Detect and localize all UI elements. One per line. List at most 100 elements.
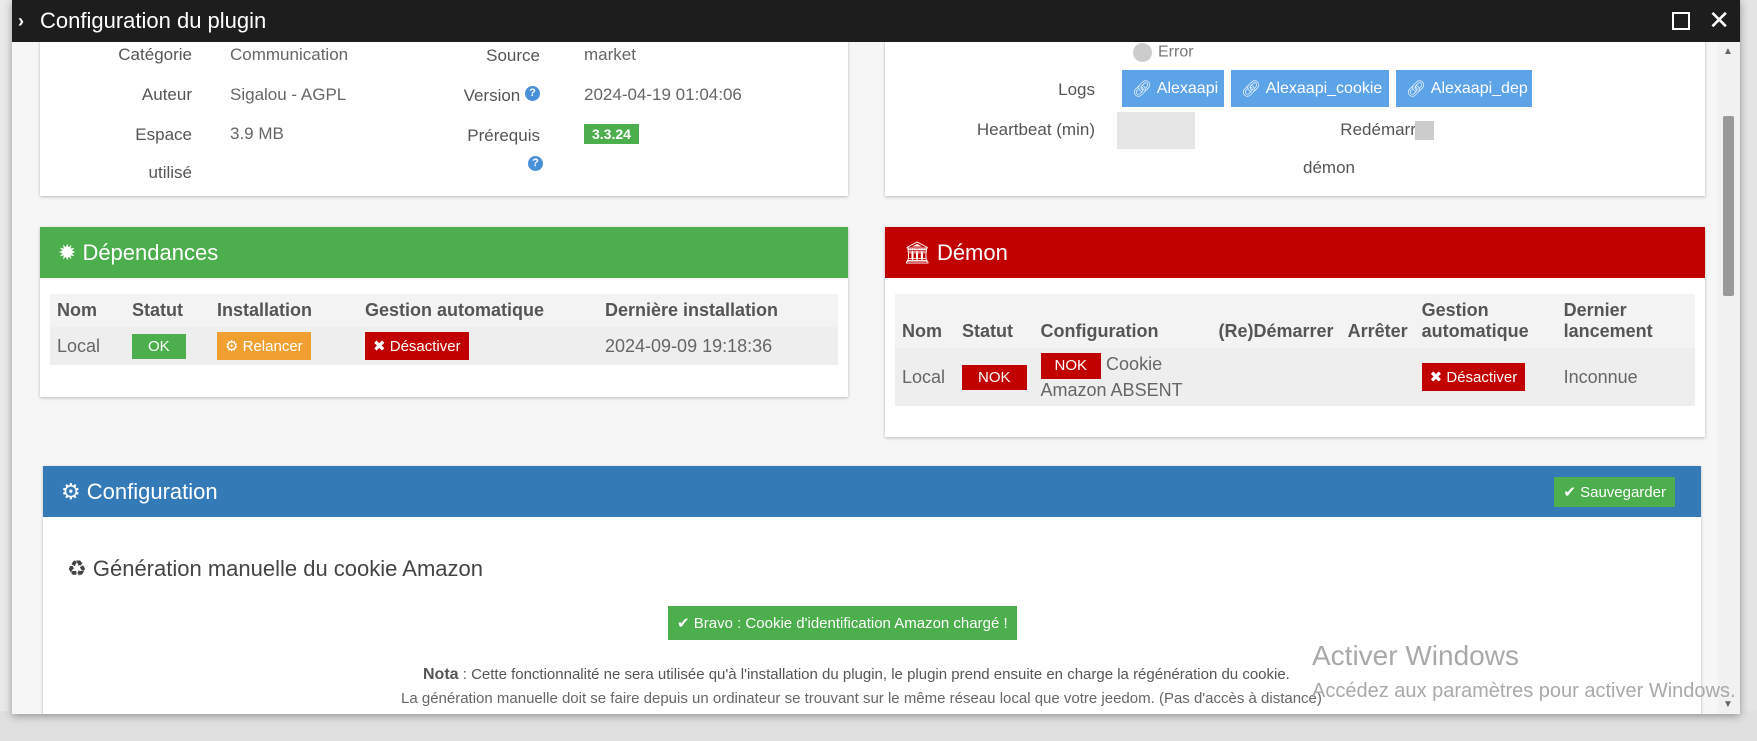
heartbeat-input[interactable] (1117, 112, 1195, 149)
dependances-panel: ✹ Dépendances Nom Statut Installation Ge… (40, 227, 848, 397)
table-row: Local OK ⚙︎ Relancer ✖ Désactiver 2024-0… (50, 327, 838, 365)
cog-icon: ✹ (58, 239, 77, 265)
log-button-alexaapi-cookie[interactable]: 🔗︎ Alexaapi_cookie (1231, 70, 1389, 107)
demon-statut: NOK (955, 348, 1034, 406)
cogs-icon: ⚙︎ (61, 478, 81, 504)
col-gestion-line2: automatique (1421, 321, 1529, 341)
col-installation: Installation (217, 300, 313, 320)
dependances-table: Nom Statut Installation Gestion automati… (50, 294, 838, 365)
daemon-config-panel: Error Logs 🔗︎ Alexaapi 🔗︎ Alexaapi_cooki… (885, 42, 1705, 196)
dependances-header: ✹ Dépendances (40, 227, 848, 278)
nota-line-2: La génération manuelle doit se faire dep… (401, 690, 1322, 707)
status-ok-badge: OK (132, 333, 186, 359)
relancer-button[interactable]: ⚙︎ Relancer (217, 332, 311, 360)
windows-activation-subtitle: Accédez aux paramètres pour activer Wind… (1312, 680, 1736, 702)
paperclip-icon: 🔗︎ (1406, 80, 1427, 98)
log-button-alexaapi[interactable]: 🔗︎ Alexaapi (1122, 70, 1224, 107)
log-label: Alexaapi (1156, 79, 1219, 97)
check-icon: ✔ (677, 615, 690, 632)
version-label: Version ? (420, 86, 540, 106)
demon-header: 🏛︎ Démon (885, 227, 1705, 278)
modal-body: Catégorie Communication Auteur Sigalou -… (12, 42, 1740, 714)
col-arreter: Arrêter (1347, 321, 1408, 341)
desactiver-label: Désactiver (389, 338, 461, 355)
status-circle-icon (1133, 43, 1152, 62)
modal-title: Configuration du plugin (40, 8, 267, 33)
check-circle-icon: ✔ (1563, 484, 1576, 501)
table-row: Local NOK NOK Cookie Amazon ABSENT ✖ Dés… (895, 348, 1695, 406)
demon-dernier: Inconnue (1556, 348, 1695, 406)
source-label: Source (486, 46, 540, 65)
dependances-title: Dépendances (82, 239, 219, 265)
col-statut: Statut (962, 321, 1013, 341)
demon-panel: 🏛︎ Démon Nom Statut Configuration (Re)Dé… (885, 227, 1705, 437)
window-buttons: ✕ (1672, 7, 1730, 33)
demon-configuration: NOK Cookie Amazon ABSENT (1033, 348, 1212, 406)
logs-label: Logs (1058, 80, 1095, 99)
windows-activation-title: Activer Windows (1312, 640, 1519, 671)
version-label-text: Version (463, 86, 521, 105)
heartbeat-label: Heartbeat (min) (976, 120, 1095, 139)
help-icon[interactable]: ? (525, 86, 540, 101)
demon-table-wrap: Nom Statut Configuration (Re)Démarrer Ar… (895, 294, 1695, 406)
relancer-label: Relancer (242, 338, 303, 355)
desactiver-button[interactable]: ✖ Désactiver (1421, 363, 1526, 391)
recycle-icon: ♻︎ (67, 556, 87, 581)
desactiver-label: Désactiver (1446, 369, 1518, 386)
background-page-bottom (0, 711, 1757, 741)
source-value: market (584, 45, 636, 64)
chevron-right-icon: › (18, 10, 24, 31)
plugin-config-modal: › Configuration du plugin ✕ Catégorie Co… (12, 0, 1740, 714)
prerequis-value: 3.3.24 (584, 124, 639, 144)
col-statut: Statut (132, 300, 183, 320)
maximize-icon[interactable] (1672, 12, 1691, 30)
bravo-message: ✔ Bravo : Cookie d'identification Amazon… (668, 606, 1017, 640)
categorie-value: Communication (230, 45, 349, 64)
scroll-up-icon[interactable]: ▲ (1723, 46, 1733, 57)
save-button[interactable]: ✔ Sauvegarder (1554, 477, 1675, 507)
demon-title: Démon (936, 239, 1008, 265)
config-nok-badge: NOK (1040, 353, 1102, 379)
col-dernier-line1: Dernier (1563, 300, 1627, 320)
col-gestion-line1: Gestion (1421, 300, 1489, 320)
demon-nom: Local (895, 348, 955, 406)
dep-statut: OK (125, 327, 210, 365)
demon-redemarrer (1211, 348, 1341, 406)
help-icon[interactable]: ? (528, 156, 543, 171)
scrollbar-thumb[interactable] (1723, 116, 1734, 296)
prerequis-help: ? (528, 156, 543, 176)
configuration-header: ⚙︎ Configuration (43, 466, 1701, 517)
close-icon[interactable]: ✕ (1708, 7, 1730, 33)
desactiver-button[interactable]: ✖ Désactiver (365, 332, 469, 360)
col-redemarrer: (Re)Démarrer (1218, 321, 1334, 341)
plugin-info-panel: Catégorie Communication Auteur Sigalou -… (40, 42, 848, 196)
demon-table: Nom Statut Configuration (Re)Démarrer Ar… (895, 294, 1695, 406)
paperclip-icon: 🔗︎ (1132, 80, 1153, 98)
table-header-row: Nom Statut Configuration (Re)Démarrer Ar… (895, 294, 1695, 348)
cookie-section-title: ♻︎ Génération manuelle du cookie Amazon (67, 556, 483, 582)
config-text-1: Cookie (1106, 354, 1163, 374)
col-dernier: Dernier lancement (1557, 294, 1695, 348)
log-button-alexaapi-dep[interactable]: 🔗︎ Alexaapi_dep (1396, 70, 1532, 107)
nota-line: Nota : Cette fonctionnalité ne sera util… (423, 666, 1290, 684)
paperclip-icon: 🔗︎ (1241, 80, 1262, 98)
cookie-title-text: Génération manuelle du cookie Amazon (92, 556, 483, 581)
close-icon: ✖ (1429, 369, 1443, 386)
auteur-value: Sigalou - AGPL (230, 85, 347, 104)
status-nok-badge: NOK (962, 364, 1027, 390)
configuration-title: Configuration (86, 478, 218, 504)
espace-label: Espace (135, 125, 192, 144)
col-nom: Nom (57, 300, 97, 320)
espace-value: 3.9 MB (230, 124, 284, 143)
dep-derniere: 2024-09-09 19:18:36 (598, 327, 838, 365)
modal-header: › Configuration du plugin ✕ (12, 0, 1740, 42)
col-gestion: Gestion automatique (1415, 294, 1557, 348)
demon-arreter (1340, 348, 1415, 406)
nota-label: Nota (423, 666, 459, 683)
error-label: Error (1158, 43, 1194, 61)
table-header-row: Nom Statut Installation Gestion automati… (50, 294, 838, 327)
vertical-scrollbar[interactable]: ▲ ▼ (1718, 42, 1740, 714)
close-icon: ✖ (373, 338, 386, 355)
col-configuration: Configuration (1040, 321, 1159, 341)
restart-checkbox[interactable] (1415, 121, 1434, 140)
